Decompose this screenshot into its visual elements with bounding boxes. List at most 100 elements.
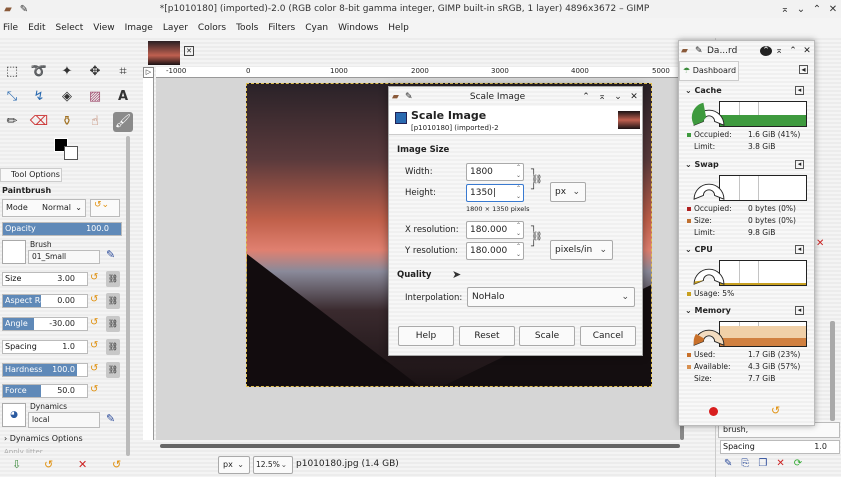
warp-icon[interactable]: ↯ [29,87,49,107]
smudge-icon[interactable]: ☝ [85,112,105,132]
menu-help[interactable]: Help [388,23,409,33]
reset-icon[interactable]: ↺ [90,294,98,305]
dashboard-titlebar[interactable]: ▰ ✎ Da...rd ⌃ ⌅ ⌃ ✕ [681,43,814,59]
aspect-ratio-slider[interactable]: Aspect Ratio 0.00 [2,294,88,308]
close-dock-icon[interactable]: ✕ [816,238,824,249]
size-slider[interactable]: Size 3.00 [2,272,88,286]
menu-windows[interactable]: Windows [338,23,378,33]
close-icon[interactable]: ✕ [825,4,841,15]
edit-brush-icon[interactable]: ✎ [106,248,115,261]
horizontal-ruler[interactable]: -1000 0 1000 2000 3000 4000 5000 [156,67,680,78]
edit-dynamics-icon[interactable]: ✎ [106,412,115,425]
brush-actions[interactable]: ✎⎘❐✕⟳ [724,458,811,469]
tab-tool-options[interactable]: Tool Options [0,168,62,182]
close-image-tab-icon[interactable]: ✕ [184,46,194,56]
unified-transform-icon[interactable]: ⤡ [2,87,22,107]
reset-icon[interactable]: ↺ [90,272,98,283]
reset-options-icon[interactable]: ↺ [112,458,121,471]
clone-icon[interactable]: ⚱ [57,112,77,132]
maximize-icon[interactable]: ⌃ [809,4,825,15]
reset-icon[interactable]: ↺ [90,340,98,351]
reset-button[interactable]: Reset [459,326,515,346]
fuzzy-select-icon[interactable]: ✦ [57,62,77,82]
tool-options-scrollbar[interactable] [126,136,130,456]
menu-tools[interactable]: Tools [236,23,258,33]
width-input[interactable]: 1800 ⌃ ⌄ [466,163,524,181]
dock-spacing-slider[interactable]: Spacing 1.0 [720,440,840,454]
restore-preset-icon[interactable]: ↺ [44,458,53,471]
unit-select[interactable]: px ⌄ [218,456,250,474]
horizontal-scrollbar[interactable] [160,444,680,448]
menu-colors[interactable]: Colors [198,23,226,33]
cancel-button[interactable]: Cancel [580,326,636,346]
resolution-unit-select[interactable]: pixels/in ⌄ [550,240,613,260]
brush-preview[interactable] [2,240,26,264]
menu-image[interactable]: Image [125,23,153,33]
reset-dashboard-icon[interactable]: ↺ [771,404,780,417]
link-icon[interactable]: ⛓ [106,271,120,287]
quick-mask-toggle[interactable]: ▷ [143,67,154,78]
interpolation-select[interactable]: NoHalo ⌄ [467,287,635,307]
text-tool-icon[interactable]: A [113,87,133,107]
spacing-slider[interactable]: Spacing 1.0 [2,340,88,354]
brush-name[interactable]: 01_Small [28,250,100,264]
tab-menu-icon[interactable]: ◂ [799,65,808,74]
menu-file[interactable]: File [3,23,18,33]
force-slider[interactable]: Force 50.0 [2,384,88,398]
reset-mode-button[interactable]: ↺⌄ [90,199,120,217]
vertical-ruler[interactable] [143,78,154,440]
link-icon[interactable]: ⛓ [106,339,120,355]
pin-icon[interactable]: ✎ [16,4,32,15]
section-menu-icon[interactable]: ◂ [795,86,804,95]
reset-icon[interactable]: ↺ [90,363,98,374]
dynamics-preview[interactable]: ◕ [2,403,26,427]
section-menu-icon[interactable]: ◂ [795,306,804,315]
xres-input[interactable]: 180.000 ⌃ ⌄ [466,221,524,239]
hardness-slider[interactable]: Hardness 100.0 [2,363,88,377]
size-unit-select[interactable]: px ⌄ [550,182,586,202]
menu-cyan[interactable]: Cyan [305,23,328,33]
link-icon[interactable]: ⛓ [106,293,120,309]
memory-header[interactable]: ⌄ Memory [685,306,731,315]
pencil-icon[interactable]: ✏ [2,112,22,132]
image-tab-thumbnail[interactable] [148,41,180,65]
link-icon[interactable]: ⛓ [106,362,120,378]
tab-dashboard[interactable]: ☂ Dashboard [679,61,739,81]
bucket-fill-icon[interactable]: ◈ [57,87,77,107]
chain-link-icon[interactable]: ┐ ⛓ ┘ [531,222,542,252]
eraser-icon[interactable]: ⌫ [29,112,49,132]
yres-input[interactable]: 180.000 ⌃ ⌄ [466,242,524,260]
reset-icon[interactable]: ↺ [90,317,98,328]
gradient-icon[interactable]: ▨ [85,87,105,107]
crop-icon[interactable]: ⌗ [113,62,133,82]
dynamics-options-expander[interactable]: › Dynamics Options [4,434,83,443]
dynamics-name[interactable]: local [28,412,100,428]
menu-edit[interactable]: Edit [28,23,45,33]
swap-header[interactable]: ⌄ Swap [685,160,719,169]
dialog-titlebar[interactable]: ▰ ✎ Scale Image ⌃ ⌅ ⌄ ✕ [389,87,642,106]
mode-select[interactable]: Mode Normal ⌄ [2,199,86,217]
scale-button[interactable]: Scale [519,326,575,346]
height-input[interactable]: 1350| ⌃ ⌄ [466,184,524,202]
rect-select-icon[interactable]: ⬚ [2,62,22,82]
angle-slider[interactable]: Angle -30.00 [2,317,88,331]
menu-filters[interactable]: Filters [268,23,295,33]
record-button[interactable] [709,407,718,416]
link-icon[interactable]: ⛓ [106,316,120,332]
section-menu-icon[interactable]: ◂ [795,245,804,254]
minimize-icon[interactable]: ⌄ [793,4,809,15]
move-icon[interactable]: ✥ [85,62,105,82]
menu-view[interactable]: View [93,23,114,33]
delete-preset-icon[interactable]: ✕ [78,458,87,471]
cpu-header[interactable]: ⌄ CPU [685,245,713,254]
apply-jitter-checkbox[interactable]: Apply Jitter [4,448,43,453]
menu-layer[interactable]: Layer [163,23,188,33]
chain-link-icon[interactable]: ┐ ⛓ ┘ [531,165,542,195]
save-preset-icon[interactable]: ⇩ [12,458,21,471]
lasso-icon[interactable]: ➰ [29,62,49,82]
paintbrush-icon[interactable]: 🖌 [113,112,133,132]
menu-select[interactable]: Select [56,23,84,33]
keep-above-icon[interactable]: ⌅ [777,4,793,15]
cache-header[interactable]: ⌄ Cache [685,86,722,95]
section-menu-icon[interactable]: ◂ [795,160,804,169]
